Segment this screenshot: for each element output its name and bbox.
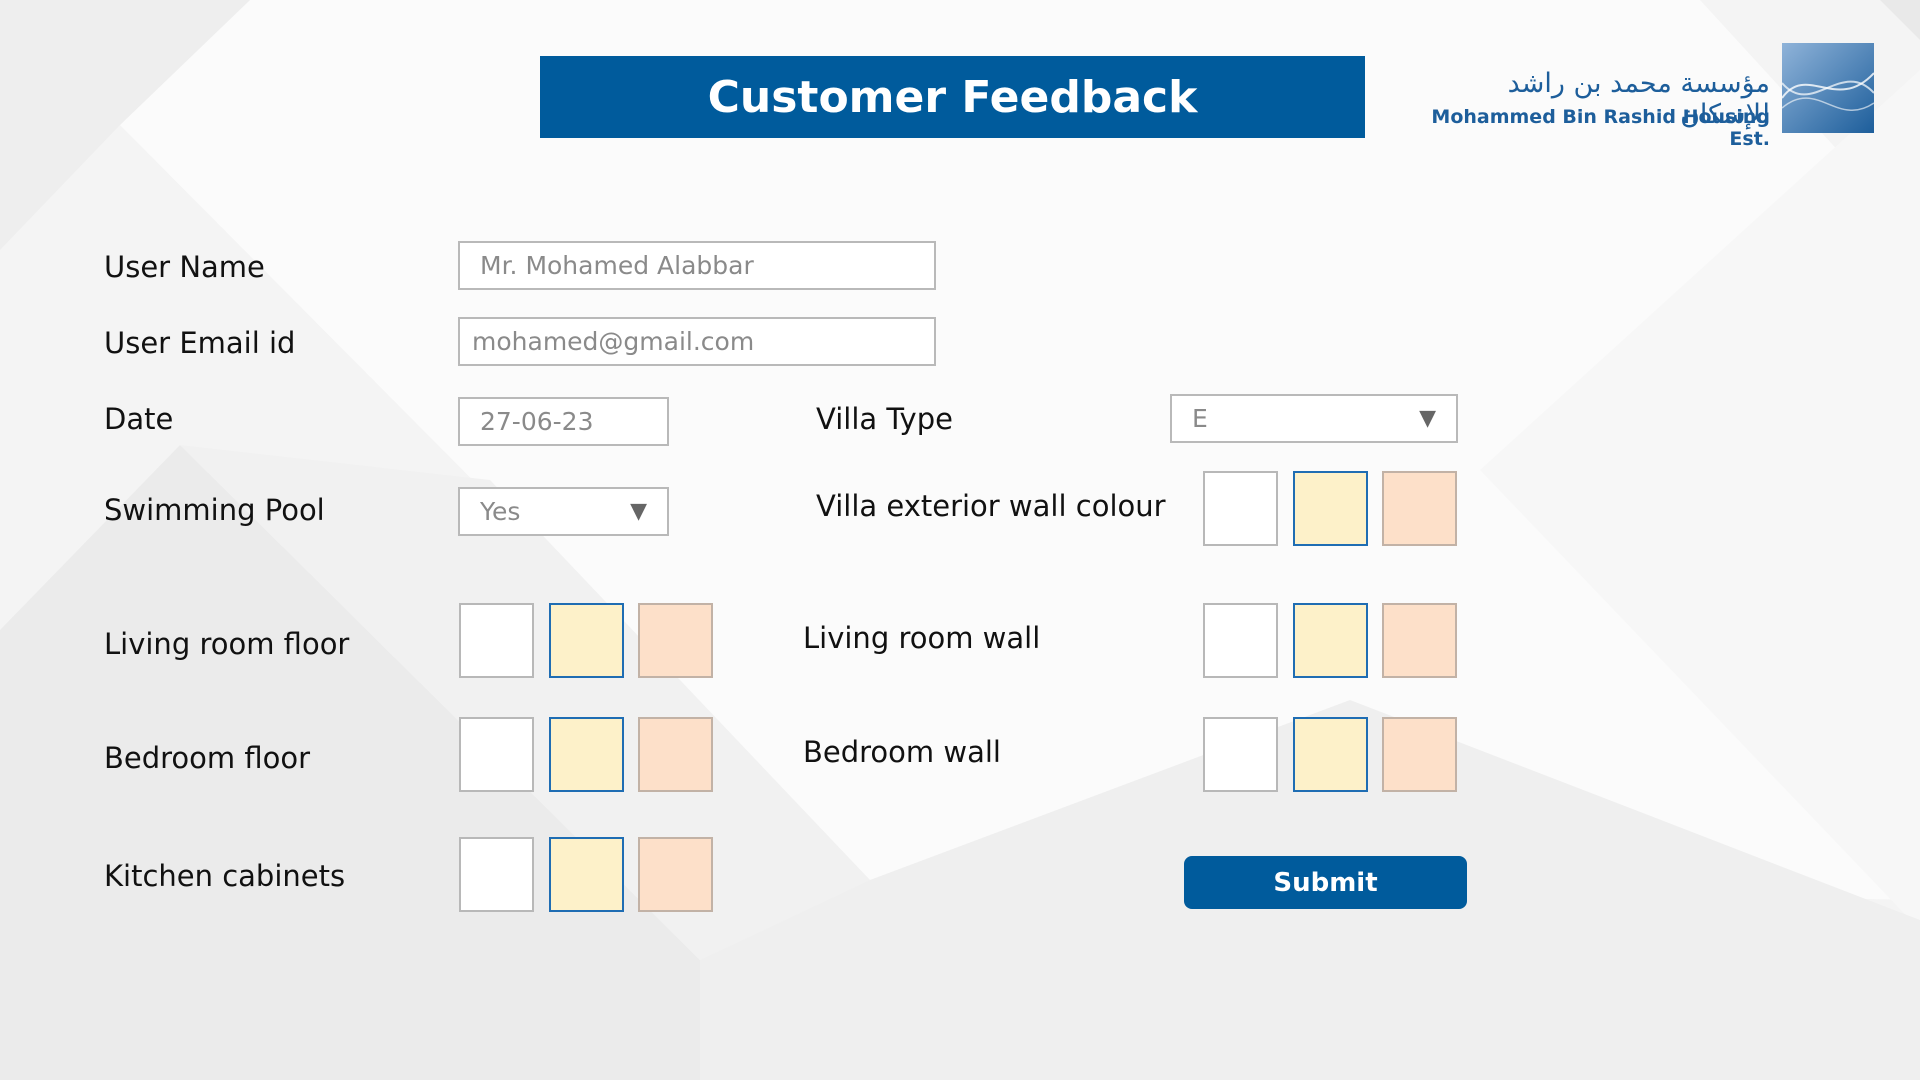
submit-button[interactable]: Submit [1184, 856, 1467, 909]
triangle-down-icon: ▼ [1419, 406, 1436, 431]
swimming-pool-select[interactable]: Yes ▼ [458, 487, 669, 536]
living-room-floor-swatch-yellow[interactable] [549, 603, 624, 678]
bedroom-floor-swatch-peach[interactable] [638, 717, 713, 792]
living-room-floor-swatch-white[interactable] [459, 603, 534, 678]
living-room-wall-swatch-peach[interactable] [1382, 603, 1457, 678]
villa-exterior-swatch-white[interactable] [1203, 471, 1278, 546]
kitchen-cabinets-swatch-peach[interactable] [638, 837, 713, 912]
user-email-value: mohamed@gmail.com [472, 327, 755, 356]
bedroom-wall-swatch-yellow[interactable] [1293, 717, 1368, 792]
user-name-input[interactable]: Mr. Mohamed Alabbar [458, 241, 936, 290]
kitchen-cabinets-swatch-yellow[interactable] [549, 837, 624, 912]
villa-type-select[interactable]: E ▼ [1170, 394, 1458, 443]
triangle-down-icon: ▼ [630, 499, 647, 524]
user-email-label: User Email id [104, 326, 296, 360]
bedroom-wall-swatch-peach[interactable] [1382, 717, 1457, 792]
page-title-banner: Customer Feedback [540, 56, 1365, 138]
date-input[interactable]: 27-06-23 [458, 397, 669, 446]
bedroom-floor-swatch-white[interactable] [459, 717, 534, 792]
living-room-floor-swatch-peach[interactable] [638, 603, 713, 678]
logo-mark-icon [1782, 43, 1874, 133]
bedroom-wall-swatch-white[interactable] [1203, 717, 1278, 792]
swimming-pool-label: Swimming Pool [104, 493, 325, 527]
living-room-floor-label: Living room floor [104, 627, 350, 661]
bedroom-floor-label: Bedroom floor [104, 741, 311, 775]
villa-exterior-swatch-yellow[interactable] [1293, 471, 1368, 546]
villa-exterior-swatch-peach[interactable] [1382, 471, 1457, 546]
background-pattern [0, 0, 1920, 1080]
kitchen-cabinets-label: Kitchen cabinets [104, 859, 346, 893]
user-name-value: Mr. Mohamed Alabbar [480, 251, 754, 280]
user-email-input[interactable]: mohamed@gmail.com [458, 317, 936, 366]
living-room-wall-swatch-white[interactable] [1203, 603, 1278, 678]
page-title: Customer Feedback [707, 71, 1198, 123]
bedroom-floor-swatch-yellow[interactable] [549, 717, 624, 792]
villa-type-label: Villa Type [816, 402, 953, 436]
living-room-wall-swatch-yellow[interactable] [1293, 603, 1368, 678]
logo-english-text: Mohammed Bin Rashid Housing Est. [1431, 106, 1770, 150]
date-value: 27-06-23 [480, 407, 594, 436]
submit-button-label: Submit [1273, 867, 1378, 898]
villa-type-value: E [1192, 404, 1208, 433]
living-room-wall-label: Living room wall [803, 621, 1041, 655]
kitchen-cabinets-swatch-white[interactable] [459, 837, 534, 912]
bedroom-wall-label: Bedroom wall [803, 735, 1001, 769]
villa-exterior-wall-label: Villa exterior wall colour [816, 489, 1166, 523]
user-name-label: User Name [104, 250, 265, 284]
date-label: Date [104, 402, 174, 436]
swimming-pool-value: Yes [480, 497, 521, 526]
